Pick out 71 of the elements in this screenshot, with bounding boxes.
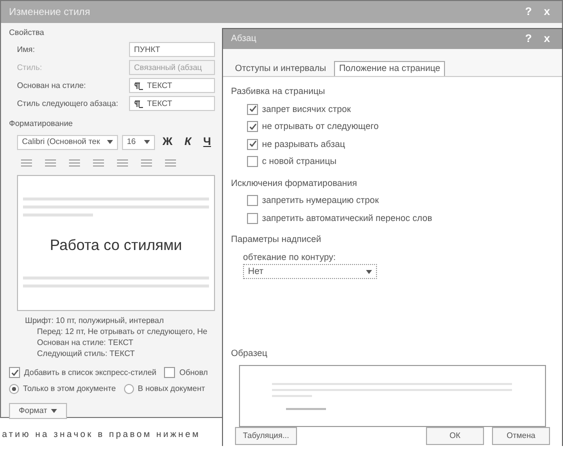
- check-icon: [10, 368, 18, 376]
- check-icon: [248, 140, 256, 148]
- section-heading: Форматирование: [9, 118, 74, 130]
- style-description: Перед: 12 пт, Не отрывать от следующего, Не: [36, 326, 208, 336]
- style-description: Шрифт: 10 пт, полужирный, интервал: [25, 314, 165, 326]
- tab[interactable]: Отступы и интервалы: [231, 61, 330, 76]
- checkbox[interactable]: [247, 195, 258, 206]
- align-icon[interactable]: [45, 158, 56, 166]
- field-label: Основан на стиле:: [17, 80, 87, 92]
- dropdown-icon: [366, 270, 372, 274]
- field-label: Имя:: [17, 44, 36, 56]
- checkbox-label: запретить нумерацию строк: [262, 194, 379, 207]
- window-title: Изменение стиля: [9, 6, 90, 20]
- checkbox-label: запретить автоматический перенос слов: [262, 212, 432, 225]
- style-description: Следующий стиль: ТЕКСТ: [36, 348, 136, 358]
- section-heading: Исключения форматирования: [231, 176, 358, 190]
- field-label: обтекание по контуру:: [242, 250, 337, 264]
- wrap-select[interactable]: Нет: [243, 264, 377, 279]
- format-button[interactable]: К: [180, 134, 196, 150]
- checkbox[interactable]: [164, 367, 176, 378]
- align-icon[interactable]: [165, 158, 176, 166]
- radio-label: В новых документ: [138, 382, 206, 394]
- tabs-button[interactable]: Табуляция...: [235, 426, 297, 444]
- checkbox[interactable]: [9, 367, 20, 378]
- checkbox-label: Добавить в список экспресс-стилей: [24, 366, 156, 378]
- align-icon[interactable]: [117, 158, 128, 166]
- align-icon[interactable]: [93, 158, 104, 166]
- dialog-button[interactable]: ОК: [426, 426, 484, 444]
- radio-button[interactable]: [124, 384, 134, 394]
- section-heading: Свойства: [9, 27, 46, 39]
- font-select[interactable]: Calibri (Основной тек: [17, 134, 118, 150]
- field-value[interactable]: ТЕКСТ: [129, 78, 215, 93]
- checkbox-label: с новой страницы: [262, 155, 336, 168]
- window-title: Абзац: [231, 32, 256, 46]
- dialog-button[interactable]: Отмена: [492, 426, 550, 444]
- dropdown-icon: [106, 140, 113, 144]
- format-button[interactable]: Ч: [199, 134, 215, 150]
- field-value[interactable]: ПУНКТ: [129, 42, 215, 57]
- check-icon: [248, 105, 256, 114]
- dropdown-icon: [51, 408, 58, 412]
- align-icon[interactable]: [141, 158, 152, 166]
- field-label: Стиль следующего абзаца:: [17, 98, 120, 110]
- checkbox[interactable]: [247, 138, 258, 150]
- align-icon[interactable]: [69, 158, 80, 166]
- size-select[interactable]: 16: [122, 134, 155, 150]
- tab[interactable]: Положение на странице: [334, 61, 446, 76]
- radio-button[interactable]: [9, 384, 19, 394]
- paragraph-style-icon: [134, 100, 143, 108]
- checkbox[interactable]: [247, 212, 258, 224]
- section-heading: Параметры надписей: [231, 233, 322, 246]
- checkbox[interactable]: [247, 104, 258, 115]
- field-label: Стиль:: [17, 62, 43, 74]
- field-value[interactable]: ТЕКСТ: [129, 96, 215, 111]
- page-text: атию на значок в правом нижнем: [2, 428, 200, 441]
- checkbox[interactable]: [247, 121, 258, 132]
- checkbox-label: Обновл: [179, 366, 208, 378]
- paragraph-style-icon: [134, 82, 143, 90]
- checkbox-label: запрет висячих строк: [262, 102, 351, 116]
- preview-text: Работа со стилями: [50, 236, 182, 256]
- style-description: Основан на стиле: ТЕКСТ: [36, 336, 134, 348]
- radio-label: Только в этом документе: [23, 382, 116, 394]
- section-heading: Разбивка на страницы: [231, 85, 326, 98]
- dropdown-icon: [144, 140, 150, 144]
- checkbox[interactable]: [247, 156, 258, 168]
- format-button[interactable]: Ж: [158, 134, 176, 150]
- align-icon[interactable]: [21, 158, 32, 166]
- format-menu-button[interactable]: Формат: [9, 402, 67, 418]
- checkbox-label: не разрывать абзац: [262, 138, 346, 151]
- section-heading: Образец: [231, 347, 268, 360]
- checkbox-label: не отрывать от следующего: [262, 120, 379, 133]
- check-icon: [248, 122, 256, 131]
